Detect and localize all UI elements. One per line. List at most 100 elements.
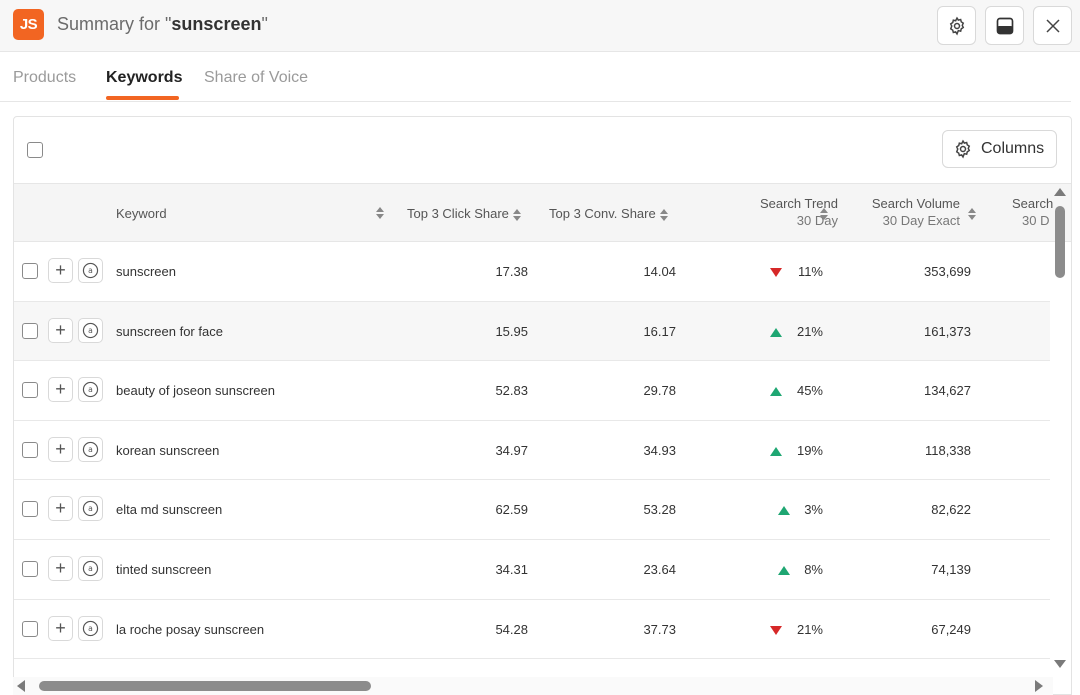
- conv-share-value: 37.73: [643, 621, 676, 637]
- amazon-icon: a: [82, 262, 99, 279]
- amazon-search-button[interactable]: a: [78, 496, 103, 522]
- sort-keyword-icon[interactable]: [376, 207, 384, 219]
- row-checkbox[interactable]: [22, 441, 38, 458]
- trend-value: 45%: [796, 383, 823, 399]
- add-keyword-button[interactable]: +: [48, 496, 73, 522]
- trend-value: 21%: [796, 323, 823, 339]
- sort-icon: [659, 208, 668, 221]
- amazon-search-button[interactable]: a: [78, 436, 103, 462]
- keyword-text: tinted sunscreen: [116, 561, 212, 577]
- keyword-text: elta md sunscreen: [116, 502, 223, 518]
- scroll-left-icon[interactable]: [17, 680, 25, 692]
- trend-value: 19%: [796, 442, 823, 458]
- vertical-scroll-thumb[interactable]: [1055, 206, 1065, 278]
- table-row: + a elta md sunscreen 62.59 53.28 3% 82,…: [14, 480, 1050, 540]
- col-click-share[interactable]: Top 3 Click Share: [407, 206, 521, 221]
- app-header: JS Summary for "sunscreen": [0, 0, 1080, 52]
- table-row: + a beauty of joseon sunscreen 52.83 29.…: [14, 361, 1050, 421]
- conv-share-value: 53.28: [643, 502, 676, 518]
- svg-text:a: a: [88, 504, 93, 513]
- table-row: + a tinted sunscreen 34.31 23.64 8% 74,1…: [14, 539, 1050, 600]
- keyword-text: sunscreen: [116, 264, 176, 279]
- col-search-next[interactable]: Search 30 D: [1012, 196, 1053, 228]
- svg-text:a: a: [88, 445, 93, 454]
- row-checkbox[interactable]: [22, 382, 38, 399]
- plus-icon: +: [55, 379, 66, 400]
- conv-share-value: 29.78: [643, 383, 676, 399]
- trend-up-icon: [770, 387, 782, 397]
- trend-value: 3%: [804, 502, 823, 518]
- tab-bar: Products Keywords Share of Voice: [0, 52, 1071, 102]
- vertical-scrollbar[interactable]: [1051, 182, 1071, 677]
- tab-share-of-voice[interactable]: Share of Voice: [204, 69, 308, 87]
- columns-button[interactable]: Columns: [942, 130, 1057, 168]
- horizontal-scrollbar[interactable]: [13, 677, 1053, 695]
- add-keyword-button[interactable]: +: [48, 377, 73, 403]
- trend-up-icon: [770, 327, 782, 337]
- trend-up-icon: [778, 565, 790, 575]
- horizontal-scroll-thumb[interactable]: [39, 681, 371, 691]
- keyword-text: la roche posay sunscreen: [116, 621, 265, 637]
- select-all-checkbox[interactable]: [27, 142, 43, 158]
- amazon-icon: a: [82, 501, 99, 517]
- plus-icon: +: [55, 319, 66, 340]
- row-checkbox[interactable]: [22, 560, 38, 577]
- col-search-volume[interactable]: Search Volume 30 Day Exact: [872, 196, 960, 228]
- add-keyword-button[interactable]: +: [48, 258, 73, 283]
- search-volume-value: 353,699: [924, 264, 971, 279]
- plus-icon: +: [55, 617, 66, 638]
- row-checkbox[interactable]: [22, 501, 38, 518]
- table-row: + a la roche posay sunscreen 54.28 37.73…: [14, 599, 1050, 660]
- sort-volume-icon[interactable]: [968, 208, 976, 220]
- plus-icon: +: [55, 438, 66, 459]
- search-volume-value: 74,139: [931, 561, 971, 577]
- tab-products[interactable]: Products: [13, 69, 76, 87]
- amazon-icon: a: [82, 620, 99, 636]
- search-volume-value: 134,627: [924, 383, 971, 399]
- table-body: + a sunscreen 17.38 14.04 11% 353,699 + …: [14, 242, 1050, 660]
- tab-keywords[interactable]: Keywords: [106, 69, 182, 87]
- gear-icon: [955, 139, 971, 159]
- row-checkbox[interactable]: [22, 263, 38, 279]
- amazon-search-button[interactable]: a: [78, 317, 103, 343]
- row-checkbox[interactable]: [22, 620, 38, 637]
- table-row: + a korean sunscreen 34.97 34.93 19% 118…: [14, 420, 1050, 481]
- table-row: + a sunscreen 17.38 14.04 11% 353,699: [14, 242, 1050, 302]
- active-tab-indicator: [106, 96, 179, 100]
- scroll-down-icon[interactable]: [1054, 660, 1066, 668]
- conv-share-value: 34.93: [643, 442, 676, 458]
- sort-trend-icon[interactable]: [820, 208, 828, 220]
- col-conv-share[interactable]: Top 3 Conv. Share: [549, 206, 668, 221]
- scroll-up-icon[interactable]: [1054, 188, 1066, 196]
- gear-icon: [949, 16, 964, 36]
- click-share-value: 17.38: [495, 264, 528, 279]
- keyword-text: beauty of joseon sunscreen: [116, 383, 275, 399]
- amazon-search-button[interactable]: a: [78, 555, 103, 581]
- amazon-search-button[interactable]: a: [78, 258, 103, 283]
- add-keyword-button[interactable]: +: [48, 436, 73, 462]
- amazon-search-button[interactable]: a: [78, 377, 103, 403]
- add-keyword-button[interactable]: +: [48, 317, 73, 343]
- plus-icon: +: [55, 260, 66, 280]
- scroll-right-icon[interactable]: [1035, 680, 1043, 692]
- amazon-search-button[interactable]: a: [78, 615, 103, 641]
- app-logo: JS: [13, 9, 44, 40]
- conv-share-value: 16.17: [643, 323, 676, 339]
- add-keyword-button[interactable]: +: [48, 555, 73, 581]
- amazon-icon: a: [82, 322, 99, 338]
- col-keyword[interactable]: Keyword: [116, 206, 167, 221]
- trend-down-icon: [770, 625, 782, 635]
- page-title: Summary for "sunscreen": [57, 14, 268, 34]
- click-share-value: 34.97: [495, 442, 528, 458]
- search-volume-value: 67,249: [931, 621, 971, 637]
- conv-share-value: 14.04: [643, 264, 676, 279]
- row-checkbox[interactable]: [22, 322, 38, 339]
- close-button[interactable]: [1033, 6, 1072, 45]
- trend-down-icon: [770, 268, 782, 277]
- settings-button[interactable]: [937, 6, 976, 45]
- dock-panel-button[interactable]: [985, 6, 1024, 45]
- trend-value: 21%: [796, 621, 823, 637]
- svg-text:a: a: [88, 624, 93, 633]
- add-keyword-button[interactable]: +: [48, 615, 73, 641]
- amazon-icon: a: [82, 382, 99, 398]
